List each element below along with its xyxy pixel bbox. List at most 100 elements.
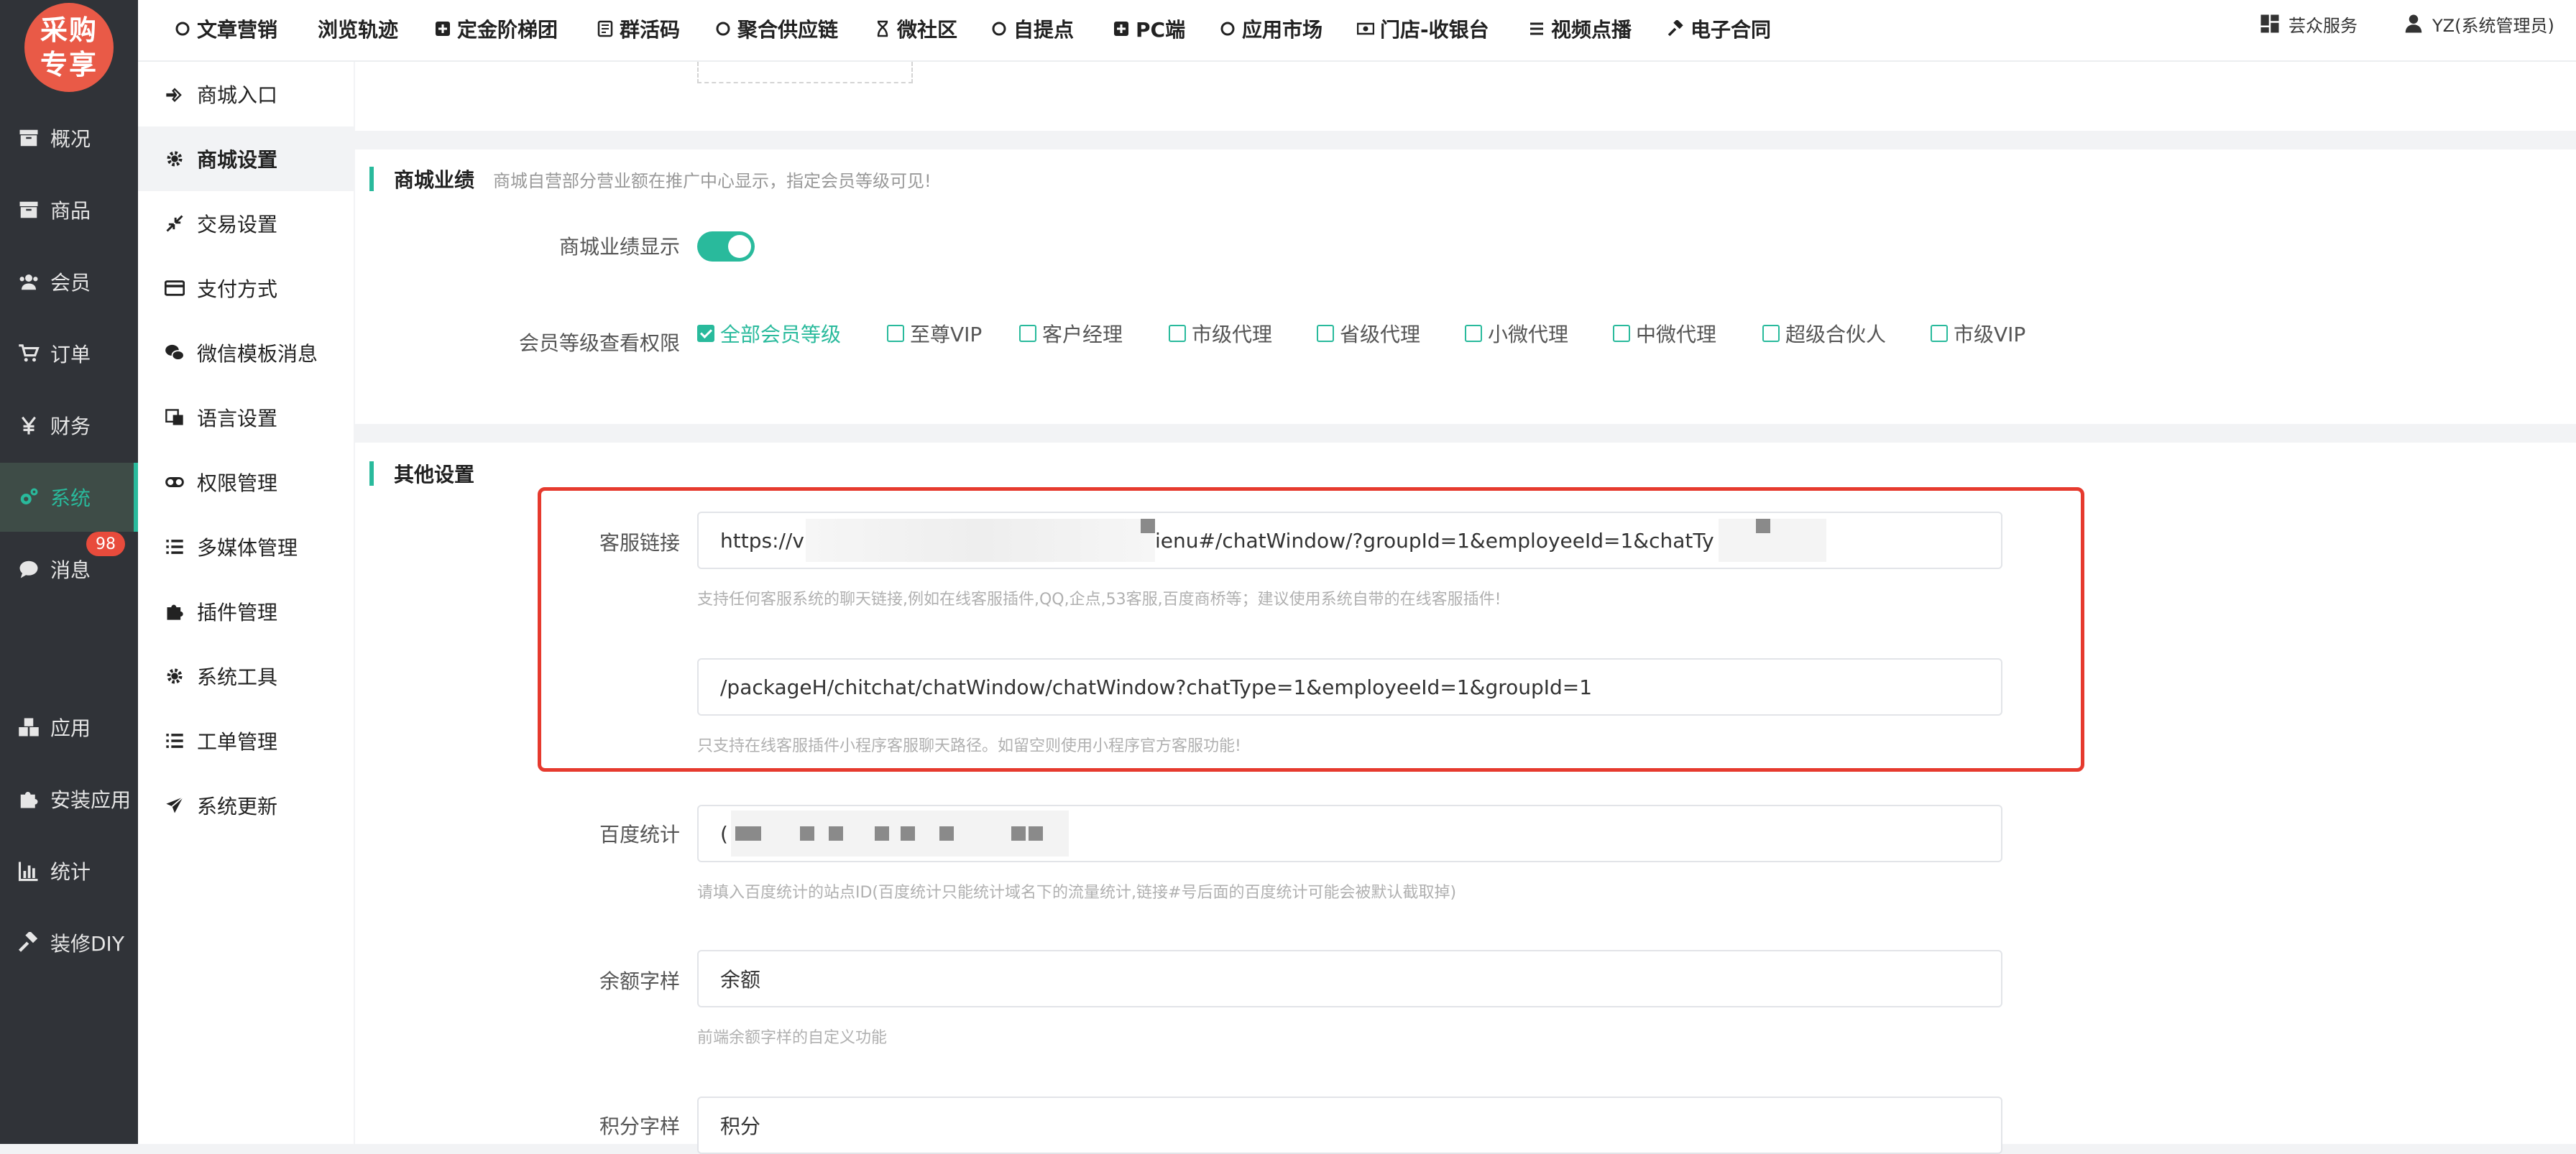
gear-icon	[162, 665, 187, 687]
topnav-service[interactable]: 芸众服务	[2258, 0, 2358, 47]
hourglass-icon	[873, 19, 893, 39]
wechat-icon	[162, 342, 187, 364]
level-checkbox-city-vip[interactable]: 市级VIP	[1931, 319, 2025, 348]
submenu-label: 商城入口	[197, 83, 278, 107]
checkbox-label: 至尊VIP	[910, 323, 983, 346]
level-checkbox-small-agent[interactable]: 小微代理	[1465, 319, 1568, 348]
section-title-text: 商城业绩	[394, 168, 475, 192]
main-sidebar: 采购专享 概况 商品 会员 订单 财务 系统 消息 98 应用 安装应用 统计 …	[0, 0, 138, 1144]
topnav-label: 浏览轨迹	[318, 18, 399, 42]
puzzle-icon	[16, 788, 42, 811]
topnav-item-video-on-demand[interactable]: 视频点播	[1527, 0, 1632, 57]
topnav-label: 视频点播	[1551, 18, 1632, 42]
submenu-item-permissions[interactable]: 权限管理	[138, 450, 354, 514]
gear-icon	[162, 148, 187, 170]
submenu-item-wechat-template[interactable]: 微信模板消息	[138, 320, 354, 385]
checkbox-box	[1317, 325, 1334, 342]
puzzle-icon	[162, 601, 187, 622]
topnav-item-browse-trail[interactable]: 浏览轨迹	[318, 0, 398, 57]
submenu-item-language[interactable]: 语言设置	[138, 385, 354, 450]
sidebar-item-overview[interactable]: 概况	[0, 103, 138, 172]
points-wording-label: 积分字样	[599, 1114, 680, 1138]
sidebar-item-label: 装修DIY	[50, 932, 124, 956]
section-description: 商城自营部分营业额在推广中心显示，指定会员等级可见!	[493, 170, 932, 191]
checkbox-label: 市级VIP	[1954, 323, 2026, 346]
baidu-stats-help: 请填入百度统计的站点ID(百度统计只能统计域名下的流量统计,链接#号后面的百度统…	[697, 884, 1457, 902]
balance-wording-label: 余额字样	[599, 969, 680, 993]
topnav-item-app-market[interactable]: 应用市场	[1218, 0, 1322, 57]
submenu-label: 语言设置	[197, 407, 278, 430]
sidebar-item-apps[interactable]: 应用	[0, 693, 138, 762]
topnav-user-menu[interactable]: YZ(系统管理员)	[2402, 0, 2554, 47]
checkbox-label: 客户经理	[1042, 323, 1123, 346]
submenu-item-tickets[interactable]: 工单管理	[138, 708, 354, 773]
baidu-stats-input[interactable]: (	[697, 805, 2002, 862]
topnav-item-store-cashier[interactable]: 门店-收银台	[1356, 0, 1489, 57]
message-count-badge: 98	[86, 532, 125, 556]
sidebar-item-label: 安装应用	[50, 788, 132, 812]
sidebar-item-orders[interactable]: 订单	[0, 319, 138, 388]
points-wording-input[interactable]	[697, 1097, 2002, 1154]
topnav-item-e-contract[interactable]: 电子合同	[1666, 0, 1771, 57]
gavel-icon	[1666, 19, 1686, 39]
level-checkbox-all[interactable]: 全部会员等级	[697, 319, 841, 348]
topnav-service-label: 芸众服务	[2288, 15, 2358, 36]
submenu-item-payment[interactable]: 支付方式	[138, 256, 354, 320]
topnav-label: 群活码	[620, 18, 681, 42]
sidebar-item-goods[interactable]: 商品	[0, 175, 138, 244]
hand-pointer-icon	[162, 83, 187, 105]
performance-display-toggle[interactable]	[697, 231, 755, 262]
submenu-item-system-tools[interactable]: 系统工具	[138, 644, 354, 708]
bars-icon	[1527, 19, 1547, 39]
users-icon	[16, 270, 42, 293]
sidebar-item-statistics[interactable]: 统计	[0, 836, 138, 905]
redacted-pixel	[900, 826, 915, 841]
sidebar-item-label: 商品	[50, 199, 91, 223]
performance-display-label: 商城业绩显示	[558, 235, 680, 259]
sidebar-item-label: 会员	[50, 271, 91, 295]
compress-icon	[162, 213, 187, 234]
sidebar-item-decoration-diy[interactable]: 装修DIY	[0, 908, 138, 977]
paper-plane-icon	[162, 795, 187, 816]
topnav-item-pc[interactable]: PC端	[1111, 0, 1185, 57]
submenu-item-media[interactable]: 多媒体管理	[138, 514, 354, 579]
level-checkbox-city-agent[interactable]: 市级代理	[1169, 319, 1272, 348]
topnav-item-pickup-point[interactable]: 自提点	[989, 0, 1074, 57]
submenu-item-plugins[interactable]: 插件管理	[138, 579, 354, 644]
sidebar-item-members[interactable]: 会员	[0, 247, 138, 316]
sidebar-item-finance[interactable]: 财务	[0, 391, 138, 460]
submenu-label: 插件管理	[197, 601, 278, 624]
level-checkbox-account-manager[interactable]: 客户经理	[1019, 319, 1123, 348]
topnav-item-group-qrcode[interactable]: 群活码	[595, 0, 680, 57]
checkbox-box	[1613, 325, 1630, 342]
submenu-item-trade-settings[interactable]: 交易设置	[138, 191, 354, 256]
section-title: 商城业绩 商城自营部分营业额在推广中心显示，指定会员等级可见!	[369, 167, 932, 192]
level-checkbox-supreme-vip[interactable]: 至尊VIP	[887, 319, 982, 348]
checkbox-box	[1762, 325, 1780, 342]
level-checkbox-super-partner[interactable]: 超级合伙人	[1762, 319, 1886, 348]
image-upload-area[interactable]	[697, 62, 913, 83]
money-icon	[1356, 19, 1376, 39]
redacted-region	[730, 811, 1069, 857]
level-checkbox-province-agent[interactable]: 省级代理	[1317, 319, 1420, 348]
box-icon	[16, 198, 42, 221]
archive-icon	[16, 126, 42, 149]
balance-wording-input[interactable]	[697, 950, 2002, 1007]
sidebar-item-messages[interactable]: 消息 98	[0, 532, 138, 604]
topnav-item-deposit-tier-group[interactable]: 定金阶梯团	[433, 0, 558, 57]
topnav-item-micro-community[interactable]: 微社区	[873, 0, 957, 57]
language-icon	[162, 407, 187, 428]
sidebar-item-system[interactable]: 系统	[0, 463, 138, 532]
brand-logo[interactable]: 采购专享	[24, 3, 114, 92]
list-icon	[162, 730, 187, 752]
sidebar-item-install-apps[interactable]: 安装应用	[0, 765, 138, 834]
topnav-item-supply-chain[interactable]: 聚合供应链	[713, 0, 838, 57]
submenu-item-mall-settings[interactable]: 商城设置	[138, 126, 354, 191]
level-checkbox-medium-agent[interactable]: 中微代理	[1613, 319, 1716, 348]
submenu-item-system-update[interactable]: 系统更新	[138, 773, 354, 838]
sidebar-item-label: 消息	[50, 558, 91, 582]
mall-performance-section: 商城业绩 商城自营部分营业额在推广中心显示，指定会员等级可见! 商城业绩显示 会…	[355, 149, 2576, 424]
topnav-item-article-marketing[interactable]: 文章营销	[172, 0, 277, 57]
redacted-pixel	[1011, 826, 1026, 841]
submenu-item-mall-entry[interactable]: 商城入口	[138, 62, 354, 126]
